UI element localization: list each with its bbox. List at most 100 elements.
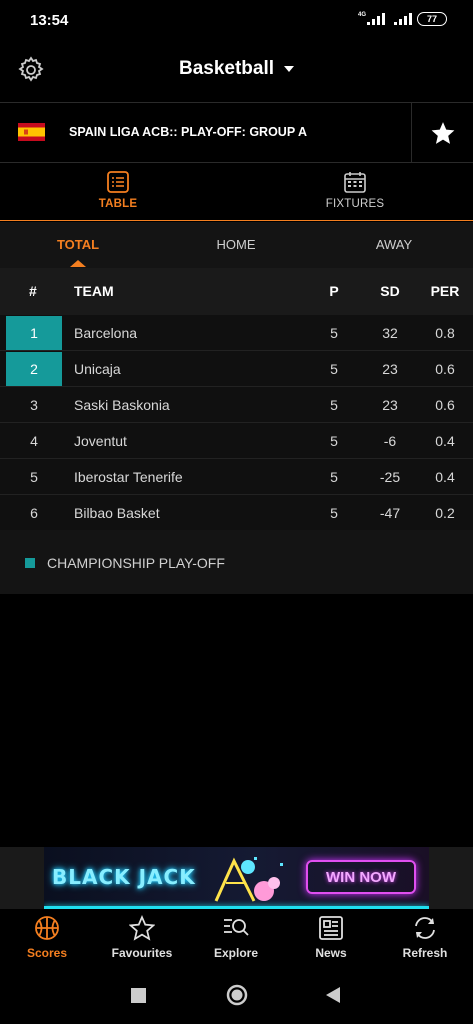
per-value: 0.2: [435, 505, 455, 521]
tab-table-label: TABLE: [98, 198, 138, 210]
per-value: 0.6: [435, 361, 455, 377]
position-cell: 1: [6, 316, 62, 350]
team-name: Bilbao Basket: [74, 505, 160, 521]
recent-apps-icon[interactable]: [131, 988, 146, 1003]
active-tab-indicator: [70, 260, 86, 267]
sd-value: 23: [382, 397, 398, 413]
sport-selector[interactable]: Basketball: [0, 58, 473, 80]
table-row[interactable]: 4 Joventut 5 -6 0.4: [0, 423, 473, 459]
played-value: 5: [330, 325, 338, 341]
sd-value: 32: [382, 325, 398, 341]
team-name: Barcelona: [74, 325, 138, 341]
spain-flag-icon: [18, 123, 45, 141]
table-row[interactable]: 5 Iberostar Tenerife 5 -25 0.4: [0, 459, 473, 495]
league-header: SPAIN LIGA ACB:: PLAY-OFF: GROUP A: [0, 102, 473, 163]
position-cell: 5: [30, 469, 38, 485]
per-value: 0.4: [435, 433, 455, 449]
star-outline-icon: [129, 915, 155, 941]
legend-swatch: [25, 558, 35, 568]
table-row[interactable]: 1 Barcelona 5 32 0.8: [0, 315, 473, 351]
sd-value: -25: [379, 469, 401, 485]
sub-tabs: TOTAL HOME AWAY: [0, 222, 473, 268]
nav-scores[interactable]: Scores: [0, 915, 94, 960]
news-icon: [319, 916, 343, 940]
column-sd: SD: [380, 283, 400, 299]
tab-total[interactable]: TOTAL: [18, 237, 138, 252]
battery-level: 77: [426, 14, 437, 24]
sd-value: -47: [379, 505, 401, 521]
team-name: Joventut: [74, 433, 127, 449]
nav-favourites-label: Favourites: [111, 946, 173, 960]
nav-news-label: News: [315, 946, 347, 960]
column-played: P: [329, 283, 339, 299]
tab-away[interactable]: AWAY: [334, 237, 454, 252]
team-name: Unicaja: [74, 361, 121, 377]
standings-table: 1 Barcelona 5 32 0.8 2 Unicaja 5 23 0.6 …: [0, 315, 473, 531]
basketball-icon: [35, 916, 59, 940]
nav-refresh[interactable]: Refresh: [378, 915, 472, 960]
per-value: 0.6: [435, 397, 455, 413]
played-value: 5: [330, 505, 338, 521]
star-icon: [431, 122, 454, 144]
played-value: 5: [330, 397, 338, 413]
team-name: Iberostar Tenerife: [74, 469, 183, 485]
favourite-button[interactable]: [412, 103, 473, 163]
status-bar: 13:54 4G 77: [0, 0, 473, 44]
explore-icon: [224, 919, 249, 936]
system-nav: [0, 969, 473, 1024]
ad-cta-button[interactable]: WIN NOW: [306, 860, 416, 894]
tab-table[interactable]: TABLE: [0, 163, 236, 221]
network-type: 4G: [357, 12, 366, 18]
position-cell: 2: [6, 352, 62, 386]
signal-icon-2: [394, 13, 412, 25]
sd-value: 23: [382, 361, 398, 377]
tab-fixtures-label: FIXTURES: [325, 198, 385, 210]
nav-explore[interactable]: Explore: [189, 915, 283, 960]
per-value: 0.8: [435, 325, 455, 341]
battery-icon: 77: [417, 12, 447, 26]
position-cell: 3: [30, 397, 38, 413]
refresh-icon: [415, 917, 435, 939]
tab-fixtures[interactable]: FIXTURES: [237, 163, 473, 221]
column-pos: #: [29, 283, 37, 299]
nav-refresh-label: Refresh: [402, 946, 448, 960]
ad-cta-label: WIN NOW: [326, 868, 396, 886]
played-value: 5: [330, 361, 338, 377]
legend-label: CHAMPIONSHIP PLAY-OFF: [47, 555, 225, 571]
column-per: PER: [430, 283, 460, 299]
table-row[interactable]: 2 Unicaja 5 23 0.6: [0, 351, 473, 387]
main-tabs: TABLE FIXTURES: [0, 163, 473, 221]
nav-news[interactable]: News: [284, 915, 378, 960]
signal-icon: [367, 13, 385, 25]
played-value: 5: [330, 469, 338, 485]
position-cell: 6: [30, 505, 38, 521]
table-legend: CHAMPIONSHIP PLAY-OFF: [0, 530, 473, 594]
table-header: # TEAM P SD PER: [0, 268, 473, 315]
top-bar: Basketball: [0, 44, 473, 102]
ad-band: BLACK JACK WIN NOW: [0, 847, 473, 909]
nav-favourites[interactable]: Favourites: [95, 915, 189, 960]
chevron-down-icon: [284, 65, 295, 72]
calendar-icon: [344, 172, 366, 193]
list-icon: [107, 171, 129, 193]
sport-title: Basketball: [178, 58, 275, 79]
sd-value: -6: [383, 433, 397, 449]
ad-title: BLACK JACK: [52, 865, 196, 889]
column-team: TEAM: [74, 283, 114, 299]
team-name: Saski Baskonia: [74, 397, 170, 413]
status-icons: 4G 77: [358, 12, 447, 26]
status-time: 13:54: [30, 12, 69, 29]
nav-explore-label: Explore: [213, 946, 258, 960]
tab-home[interactable]: HOME: [176, 237, 296, 252]
ad-banner[interactable]: BLACK JACK WIN NOW: [44, 847, 429, 909]
home-icon[interactable]: [226, 984, 248, 1006]
table-row[interactable]: 3 Saski Baskonia 5 23 0.6: [0, 387, 473, 423]
per-value: 0.4: [435, 469, 455, 485]
table-row[interactable]: 6 Bilbao Basket 5 -47 0.2: [0, 495, 473, 531]
back-icon[interactable]: [325, 986, 341, 1004]
bottom-nav: Scores Favourites Explore News Refresh: [0, 909, 473, 969]
ad-illustration-icon: [214, 857, 283, 902]
played-value: 5: [330, 433, 338, 449]
nav-scores-label: Scores: [26, 946, 68, 960]
position-cell: 4: [30, 433, 38, 449]
